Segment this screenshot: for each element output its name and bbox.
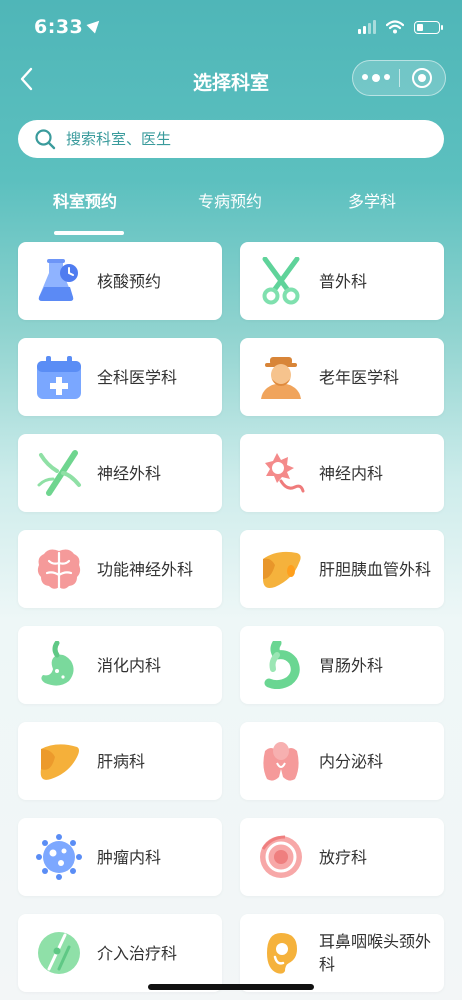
status-time: 6:33 xyxy=(34,16,104,38)
neuron-icon xyxy=(265,453,305,493)
tab-multidiscipline[interactable]: 多学科 xyxy=(348,188,396,212)
tab-department[interactable]: 科室预约 xyxy=(53,188,117,212)
department-card[interactable]: 消化内科 xyxy=(18,626,222,704)
department-label: 消化内科 xyxy=(97,655,162,675)
search-input[interactable] xyxy=(64,129,408,149)
search-bar[interactable] xyxy=(18,120,444,158)
liver-gallbladder-icon xyxy=(263,551,301,588)
mini-program-capsule xyxy=(352,60,446,96)
department-label: 肝病科 xyxy=(97,751,146,771)
scissors-icon xyxy=(262,257,300,305)
department-card[interactable]: 耳鼻咽喉头颈外科 xyxy=(240,914,444,992)
status-bar: 6:33 xyxy=(0,0,462,56)
department-label: 神经内科 xyxy=(319,463,384,483)
location-arrow-icon xyxy=(86,16,104,34)
department-card[interactable]: 放疗科 xyxy=(240,818,444,896)
department-label: 神经外科 xyxy=(97,463,162,483)
interventional-icon xyxy=(38,932,80,974)
department-card[interactable]: 老年医学科 xyxy=(240,338,444,416)
department-card[interactable]: 肝胆胰血管外科 xyxy=(240,530,444,608)
department-card[interactable]: 功能神经外科 xyxy=(18,530,222,608)
department-card[interactable]: 内分泌科 xyxy=(240,722,444,800)
liver-icon xyxy=(40,744,79,780)
stomach-icon xyxy=(41,641,74,686)
department-card[interactable]: 核酸预约 xyxy=(18,242,222,320)
department-label: 核酸预约 xyxy=(97,271,162,291)
department-label: 内分泌科 xyxy=(319,751,384,771)
cellular-signal-icon xyxy=(358,20,376,34)
ear-icon xyxy=(267,933,297,974)
tumor-cell-icon xyxy=(36,834,82,880)
tab-bar: 科室预约 专病预约 多学科 xyxy=(0,188,462,238)
department-card[interactable]: 普外科 xyxy=(240,242,444,320)
more-options-icon[interactable] xyxy=(353,74,399,82)
department-card[interactable]: 全科医学科 xyxy=(18,338,222,416)
department-card[interactable]: 神经内科 xyxy=(240,434,444,512)
brain-icon xyxy=(37,549,81,589)
status-icons xyxy=(358,20,443,34)
wifi-icon xyxy=(386,20,404,34)
search-icon xyxy=(35,129,56,150)
stomach-intestine-icon xyxy=(264,641,300,689)
home-indicator xyxy=(148,984,314,990)
thyroid-icon xyxy=(263,742,299,781)
department-label: 肝胆胰血管外科 xyxy=(319,559,432,579)
lab-flask-icon xyxy=(38,259,78,301)
department-label: 老年医学科 xyxy=(319,367,400,387)
department-card[interactable]: 胃肠外科 xyxy=(240,626,444,704)
close-mini-program-icon[interactable] xyxy=(399,68,445,88)
active-tab-indicator xyxy=(54,231,124,235)
department-card[interactable]: 神经外科 xyxy=(18,434,222,512)
department-label: 介入治疗科 xyxy=(97,943,178,963)
department-label: 放疗科 xyxy=(319,847,368,867)
medical-kit-icon xyxy=(37,356,81,399)
department-card[interactable]: 肿瘤内科 xyxy=(18,818,222,896)
department-label: 功能神经外科 xyxy=(97,559,194,579)
department-card[interactable]: 介入治疗科 xyxy=(18,914,222,992)
department-label: 胃肠外科 xyxy=(319,655,384,675)
department-label: 普外科 xyxy=(319,271,368,291)
nerve-icon xyxy=(37,450,81,496)
battery-icon xyxy=(414,20,443,34)
nav-bar: 选择科室 xyxy=(0,56,462,106)
radiation-target-icon xyxy=(260,835,302,878)
department-label: 肿瘤内科 xyxy=(97,847,162,867)
department-label: 耳鼻咽喉头颈外科 xyxy=(319,932,432,974)
status-time-text: 6:33 xyxy=(34,16,84,38)
tab-disease[interactable]: 专病预约 xyxy=(198,188,262,212)
elderly-person-icon xyxy=(261,357,301,399)
department-label: 全科医学科 xyxy=(97,367,178,387)
department-card[interactable]: 肝病科 xyxy=(18,722,222,800)
